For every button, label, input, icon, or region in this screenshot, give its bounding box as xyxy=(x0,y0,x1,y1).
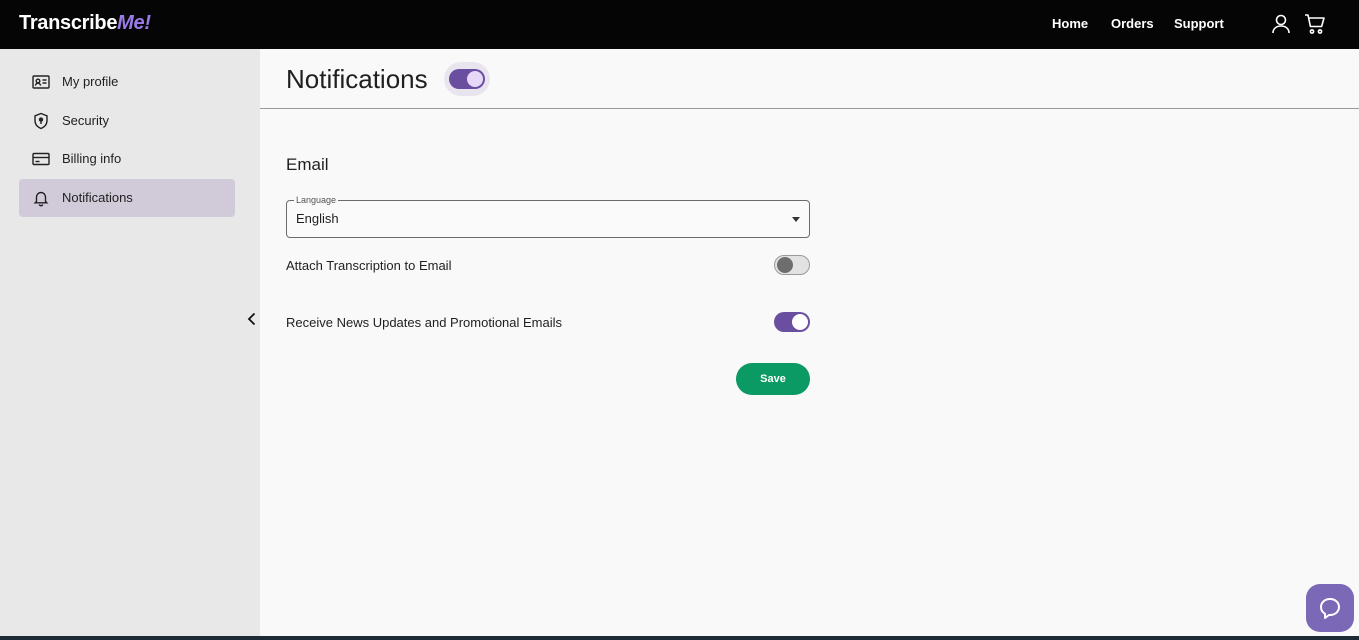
user-account-icon[interactable] xyxy=(1269,12,1293,36)
email-section-title: Email xyxy=(286,155,329,174)
brand-name: Transcribe xyxy=(19,12,118,34)
master-toggle-switch[interactable] xyxy=(449,69,485,89)
bell-icon xyxy=(32,189,50,207)
language-select[interactable]: English xyxy=(286,200,810,238)
dropdown-arrow-icon xyxy=(792,217,800,222)
credit-card-icon xyxy=(32,150,50,168)
language-select-value: English xyxy=(296,211,339,226)
help-chat-button[interactable] xyxy=(1306,584,1354,632)
news-updates-toggle[interactable] xyxy=(774,312,810,332)
page-title: Notifications xyxy=(286,64,428,94)
id-card-icon xyxy=(32,73,50,91)
page-header: Notifications xyxy=(260,49,1359,109)
settings-sidebar: My profile Security Billing info Notific… xyxy=(0,49,260,637)
language-select-label: Language xyxy=(294,195,339,205)
save-button[interactable]: Save xyxy=(736,363,810,395)
nav-support-link[interactable]: Support xyxy=(1174,16,1224,31)
shopping-cart-icon[interactable] xyxy=(1303,12,1327,36)
sidebar-item-my-profile[interactable]: My profile xyxy=(19,63,235,101)
toggle-knob xyxy=(467,71,483,87)
shield-icon xyxy=(32,112,50,130)
nav-home-link[interactable]: Home xyxy=(1052,16,1088,31)
sidebar-item-notifications[interactable]: Notifications xyxy=(19,179,235,217)
attach-transcription-label: Attach Transcription to Email xyxy=(286,258,452,273)
sidebar-item-label: Notifications xyxy=(62,190,133,205)
sidebar-item-security[interactable]: Security xyxy=(19,102,235,140)
brand-logo[interactable]: TranscribeMe! xyxy=(19,12,151,35)
sidebar-item-billing-info[interactable]: Billing info xyxy=(19,140,235,178)
toggle-knob xyxy=(792,314,808,330)
attach-transcription-toggle[interactable] xyxy=(774,255,810,275)
sidebar-item-label: Security xyxy=(62,113,109,128)
sidebar-item-label: Billing info xyxy=(62,151,122,166)
sidebar-item-label: My profile xyxy=(62,74,119,89)
brand-name-accent: Me! xyxy=(117,12,151,34)
news-updates-label: Receive News Updates and Promotional Ema… xyxy=(286,315,563,330)
top-navbar: TranscribeMe! Home Orders Support xyxy=(0,0,1359,49)
notifications-master-toggle[interactable] xyxy=(444,62,490,96)
collapse-sidebar-chevron-icon[interactable] xyxy=(244,311,260,327)
nav-orders-link[interactable]: Orders xyxy=(1111,16,1154,31)
bottom-edge-bar xyxy=(0,636,1359,640)
toggle-knob xyxy=(777,257,793,273)
